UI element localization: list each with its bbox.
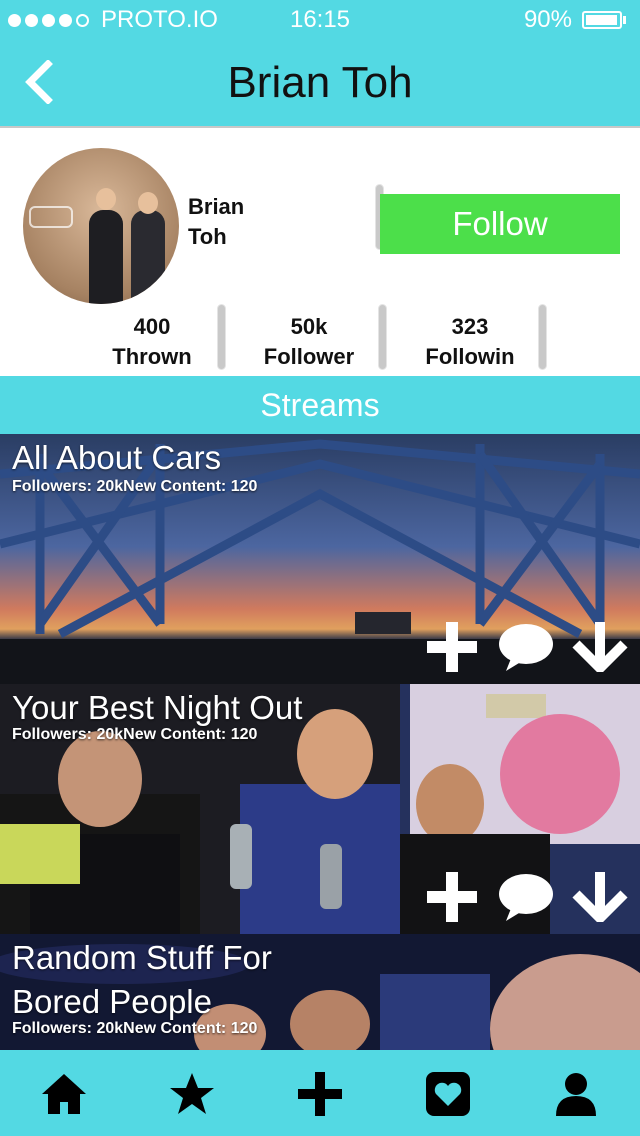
stream-title: All About Cars: [12, 439, 222, 476]
battery-percent: 90%: [523, 6, 572, 33]
stream-card[interactable]: Random Stuff For Bored People Followers:…: [0, 934, 640, 1050]
stream-card[interactable]: All About Cars Followers: 20kNew Content…: [0, 434, 640, 684]
profile-name: Brian Toh: [188, 194, 245, 244]
home-icon[interactable]: [40, 1070, 88, 1118]
navigation-bar: Brian Toh: [0, 40, 640, 128]
stat-label: Thrown: [112, 344, 192, 369]
stream-meta: Followers: 20kNew Content: 120: [12, 726, 257, 744]
stream-new-content: New Content: 120: [123, 726, 258, 743]
plus-icon[interactable]: [296, 1070, 344, 1118]
download-arrow-icon[interactable]: [572, 872, 628, 922]
stat-label: Follower: [263, 344, 355, 369]
stream-followers: Followers: 20k: [12, 1020, 124, 1037]
heart-box-icon[interactable]: [424, 1070, 472, 1118]
stream-title: Your Best Night Out: [12, 689, 303, 726]
stream-card[interactable]: Your Best Night Out Followers: 20kNew Co…: [0, 684, 640, 934]
stream-new-content: New Content: 120: [123, 1020, 258, 1037]
battery-indicator: 90%: [524, 6, 626, 34]
comment-icon[interactable]: [498, 622, 554, 672]
stream-actions: [424, 872, 628, 922]
add-icon[interactable]: [424, 622, 480, 672]
stream-title-line-2: Bored People: [12, 983, 212, 1020]
stream-title-line-1: Random Stuff For: [12, 939, 272, 976]
stat-followers[interactable]: 50k Follower: [254, 312, 364, 372]
scrollbar[interactable]: [378, 304, 387, 370]
stat-thrown[interactable]: 400 Thrown: [97, 312, 207, 372]
stat-count: 50k: [290, 314, 328, 339]
follow-button[interactable]: Follow: [380, 194, 620, 254]
person-icon[interactable]: [552, 1070, 600, 1118]
battery-icon: [582, 11, 622, 29]
streams-heading: Streams: [0, 376, 640, 434]
stat-label: Followin: [425, 344, 515, 369]
avatar[interactable]: [23, 148, 179, 304]
stat-following[interactable]: 323 Followin: [415, 312, 525, 372]
download-arrow-icon[interactable]: [572, 622, 628, 672]
stream-followers: Followers: 20k: [12, 478, 124, 495]
page-title: Brian Toh: [227, 58, 413, 107]
stream-meta: Followers: 20kNew Content: 120: [12, 478, 257, 496]
stat-count: 323: [451, 314, 489, 339]
stream-new-content: New Content: 120: [123, 478, 258, 495]
stream-followers: Followers: 20k: [12, 726, 124, 743]
scrollbar[interactable]: [217, 304, 226, 370]
tab-bar: [0, 1050, 640, 1136]
comment-icon[interactable]: [498, 872, 554, 922]
scrollbar[interactable]: [538, 304, 547, 370]
star-icon[interactable]: [168, 1070, 216, 1118]
stat-count: 400: [133, 314, 171, 339]
stream-meta: Followers: 20kNew Content: 120: [12, 1020, 257, 1038]
profile-header: Brian Toh Follow 400 Thrown 50k Follower…: [0, 128, 640, 376]
add-icon[interactable]: [424, 872, 480, 922]
stream-actions: [424, 622, 628, 672]
battery-tip: [623, 16, 626, 24]
status-bar: PROTO.IO 16:15 90%: [0, 0, 640, 40]
